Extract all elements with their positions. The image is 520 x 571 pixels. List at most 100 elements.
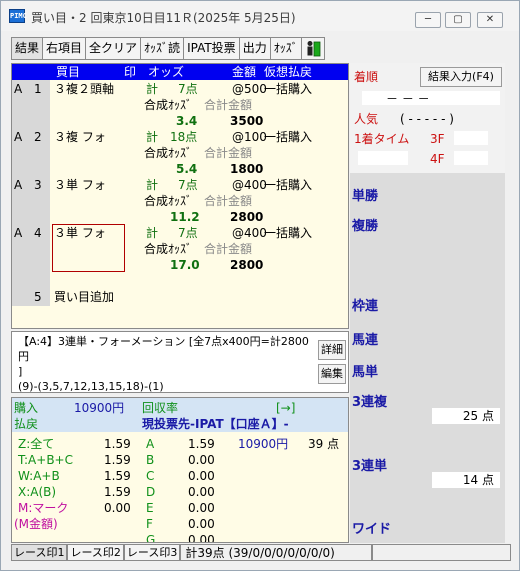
result-input-button[interactable]: 結果入力(F4)	[420, 67, 502, 87]
mark-x: X:A(B)	[18, 485, 57, 499]
chakujun-dashes: － － －	[386, 92, 430, 106]
row-total-label: 合計金額	[204, 146, 253, 160]
result-button[interactable]: 結果	[11, 37, 43, 60]
app-icon: PIMC	[9, 9, 27, 23]
group-a: A	[146, 437, 155, 451]
person-icon	[307, 41, 321, 57]
group-f: F	[146, 517, 153, 531]
row-number: 3	[34, 178, 42, 192]
row-total-label: 合計金額	[204, 242, 253, 256]
ipat-vote-button[interactable]: IPAT投票	[183, 37, 239, 60]
header-shirushi: 印	[124, 65, 137, 79]
kaishu-value[interactable]: [→]	[276, 400, 295, 416]
row-kei-label: 計	[146, 226, 159, 240]
minimize-button[interactable]: ─	[415, 12, 441, 28]
row-buy-button[interactable]: 一括購入	[264, 226, 312, 241]
mark-m-amount: (M金額)	[14, 517, 58, 531]
row-group: A	[14, 178, 23, 192]
mark-m-value: 0.00	[104, 501, 131, 515]
ninki-label: 人気	[354, 112, 379, 126]
section-sanrentan: 3連単	[352, 459, 388, 474]
section-umaren: 馬連	[352, 333, 379, 348]
kounyu-value: 10900円	[74, 401, 125, 415]
maximize-button[interactable]: ▢	[445, 12, 471, 28]
f3-label: 3F	[430, 132, 445, 146]
status-bar: レース印1 レース印2 レース印3 計39点 (39/0/0/0/0/0/0/0…	[11, 544, 511, 562]
close-button[interactable]: ✕	[477, 12, 503, 28]
row-gutter-add	[12, 288, 50, 306]
kaishu-label: 回収率	[142, 401, 179, 415]
row-gosei-odds: 5.4	[176, 162, 198, 176]
group-e: E	[146, 501, 154, 515]
row-points: 7点	[178, 226, 198, 240]
result-panel-scrollbar[interactable]	[505, 63, 517, 543]
row-type: ３複 フォ	[54, 130, 106, 144]
row-buy-button[interactable]: 一括購入	[264, 130, 312, 145]
sanrentan-points: 14 点	[432, 472, 500, 488]
row-kei-label: 計	[146, 130, 159, 144]
row-group: A	[14, 82, 23, 96]
right-items-button[interactable]: 右項目	[42, 37, 86, 60]
mark-z: Z:全て	[18, 437, 55, 451]
row-type: ３単 フォ	[54, 178, 106, 192]
detail-line-3: (9)-(3,5,7,12,13,15,18)-(1)	[18, 380, 164, 393]
clear-all-button[interactable]: 全クリア	[85, 37, 141, 60]
header-harai: 仮想払戻	[264, 65, 313, 79]
row-total: 1800	[230, 162, 264, 176]
toolbar: 結果 右項目 全クリア ｵｯｽﾞ読 IPAT投票 出力 ｵｯｽﾞ	[11, 37, 325, 61]
harai-label: 払戻	[14, 417, 39, 431]
main-window: PIMC 買い目・2 回東京10日目11Ｒ(2025年 5月25日) ─ ▢ ✕…	[0, 0, 520, 571]
row-gosei-label: 合成ｵｯｽﾞ	[144, 98, 193, 112]
section-fukusho: 複勝	[352, 219, 379, 234]
title-bar[interactable]: PIMC 買い目・2 回東京10日目11Ｒ(2025年 5月25日) ─ ▢ ✕	[1, 1, 519, 31]
edit-button[interactable]: 編集	[318, 364, 346, 384]
row-gosei-label: 合成ｵｯｽﾞ	[144, 146, 193, 160]
group-a-points: 39 点	[308, 437, 340, 451]
detail-button[interactable]: 詳細	[318, 340, 346, 360]
row-type: ３単 フォ	[54, 226, 106, 240]
row-group: A	[14, 226, 23, 240]
mark-w-value: 1.59	[104, 469, 131, 483]
row-kei-label: 計	[146, 82, 159, 96]
odds-button[interactable]: ｵｯｽﾞ	[269, 37, 301, 60]
person-button[interactable]	[300, 37, 325, 60]
row-buy-button[interactable]: 一括購入	[264, 178, 312, 193]
row-gosei-odds: 17.0	[170, 258, 200, 272]
row-points: 18点	[170, 130, 198, 144]
row-buy-button[interactable]: 一括購入	[264, 82, 312, 97]
add-row-number: 5	[34, 290, 42, 304]
group-d: D	[146, 485, 156, 499]
f4-field[interactable]	[454, 151, 488, 165]
row-points: 7点	[178, 178, 198, 192]
chakujun-field[interactable]: － － －	[362, 91, 500, 106]
read-odds-button[interactable]: ｵｯｽﾞ読	[140, 37, 184, 60]
detail-line-1: 【A:4】3連単・フォーメーション [全7点x400円=計2800円	[18, 335, 309, 363]
row-number: 1	[34, 82, 42, 96]
row-total: 2800	[230, 210, 264, 224]
f4-label: 4F	[430, 152, 445, 166]
output-button[interactable]: 出力	[238, 37, 270, 60]
header-odds: オッズ	[148, 65, 185, 79]
mark-m: M:マーク	[18, 501, 69, 515]
first-time-label: 1着タイム	[354, 132, 410, 146]
row-total: 3500	[230, 114, 264, 128]
first-time-field[interactable]	[358, 151, 408, 165]
tab-race-mark-3[interactable]: レース印3	[123, 544, 181, 561]
row-group: A	[14, 130, 23, 144]
row-amount: @400	[232, 178, 267, 192]
f3-field[interactable]	[454, 131, 488, 145]
window-title: 買い目・2 回東京10日目11Ｒ(2025年 5月25日)	[31, 11, 296, 25]
section-sanrenpuku: 3連複	[352, 395, 388, 410]
row-number: 2	[34, 130, 42, 144]
list-header: 買目 印 オッズ 金額 仮想払戻	[12, 64, 348, 80]
row-points: 7点	[178, 82, 198, 96]
tab-race-mark-1[interactable]: レース印1	[11, 544, 68, 561]
row-gosei-label: 合成ｵｯｽﾞ	[144, 194, 193, 208]
mark-w: W:A+B	[18, 469, 60, 483]
row-gosei-label: 合成ｵｯｽﾞ	[144, 242, 193, 256]
header-kingaku: 金額	[232, 65, 257, 79]
chakujun-label: 着順	[354, 70, 379, 84]
tab-race-mark-2[interactable]: レース印2	[67, 544, 124, 561]
sanrenpuku-points: 25 点	[432, 408, 500, 424]
row-gosei-odds: 3.4	[176, 114, 198, 128]
